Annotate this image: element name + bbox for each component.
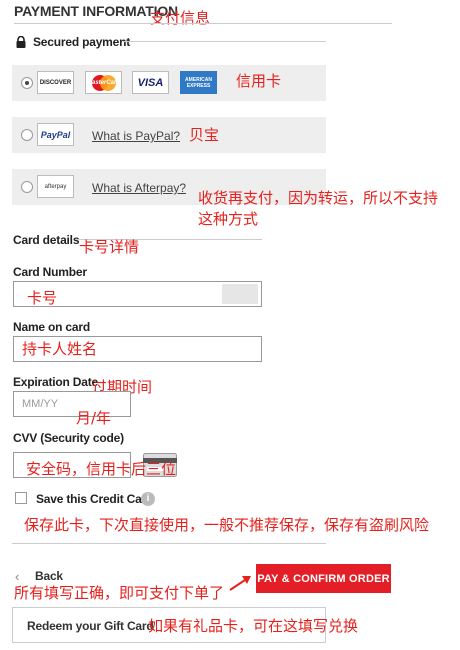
name-on-card-annotation: 持卡人姓名 [22,340,98,358]
redeem-gift-card-label: Redeem your Gift Card [27,619,154,633]
expiration-input[interactable]: MM/YY [13,391,131,417]
discover-logo: DISCOVER [37,71,74,94]
visa-logo: VISA [132,71,169,94]
payment-option-paypal[interactable]: PayPal What is PayPal? [12,117,326,153]
amex-logo: AMERICAN EXPRESS [180,71,217,94]
card-details-heading: Card details [13,233,80,247]
secured-divider [123,41,326,42]
pointer-arrow-icon [228,574,254,592]
afterpay-logo: afterpay [37,175,74,198]
chevron-left-icon[interactable]: ‹ [15,569,19,584]
save-divider [12,543,326,544]
lock-icon [15,35,27,48]
title-divider [14,23,392,24]
name-on-card-label: Name on card [13,320,90,334]
credit-card-radio[interactable] [21,77,33,89]
card-type-indicator [222,284,258,304]
save-card-checkbox[interactable] [15,492,27,504]
credit-card-annotation: 信用卡 [236,72,282,90]
paypal-info-link[interactable]: What is PayPal? [92,129,180,143]
paypal-logo: PayPal [37,123,74,146]
card-number-label: Card Number [13,265,87,279]
confirm-annotation: 所有填写正确，即可支付下单了 [14,584,225,602]
expiration-label: Expiration Date [13,375,99,389]
expiration-format-annotation: 月/年 [76,409,112,427]
paypal-annotation: 贝宝 [189,126,220,144]
afterpay-radio[interactable] [21,181,33,193]
pay-confirm-order-button[interactable]: PAY & CONFIRM ORDER [256,564,391,593]
cvv-annotation: 安全码，信用卡后三位 [26,460,177,478]
cvv-label: CVV (Security code) [13,431,124,445]
paypal-radio[interactable] [21,129,33,141]
card-details-annotation: 卡号详情 [79,238,140,256]
afterpay-info-link[interactable]: What is Afterpay? [92,181,186,195]
back-link[interactable]: Back [35,569,63,583]
save-card-annotation: 保存此卡，下次直接使用，一般不推荐保存，保存有盗刷风险 [24,516,430,534]
secured-payment-label: Secured payment [33,35,131,49]
save-card-label: Save this Credit Card [36,492,154,506]
info-icon[interactable]: i [141,492,155,506]
gift-card-annotation: 如果有礼品卡，可在这填写兑换 [148,617,359,635]
mastercard-logo: MasterCard [85,71,122,94]
afterpay-annotation: 收货再支付，因为转运，所以不支持这种方式 [198,189,439,228]
card-number-annotation: 卡号 [27,289,58,307]
expiration-placeholder: MM/YY [22,398,59,410]
title-annotation: 支付信息 [150,9,211,27]
